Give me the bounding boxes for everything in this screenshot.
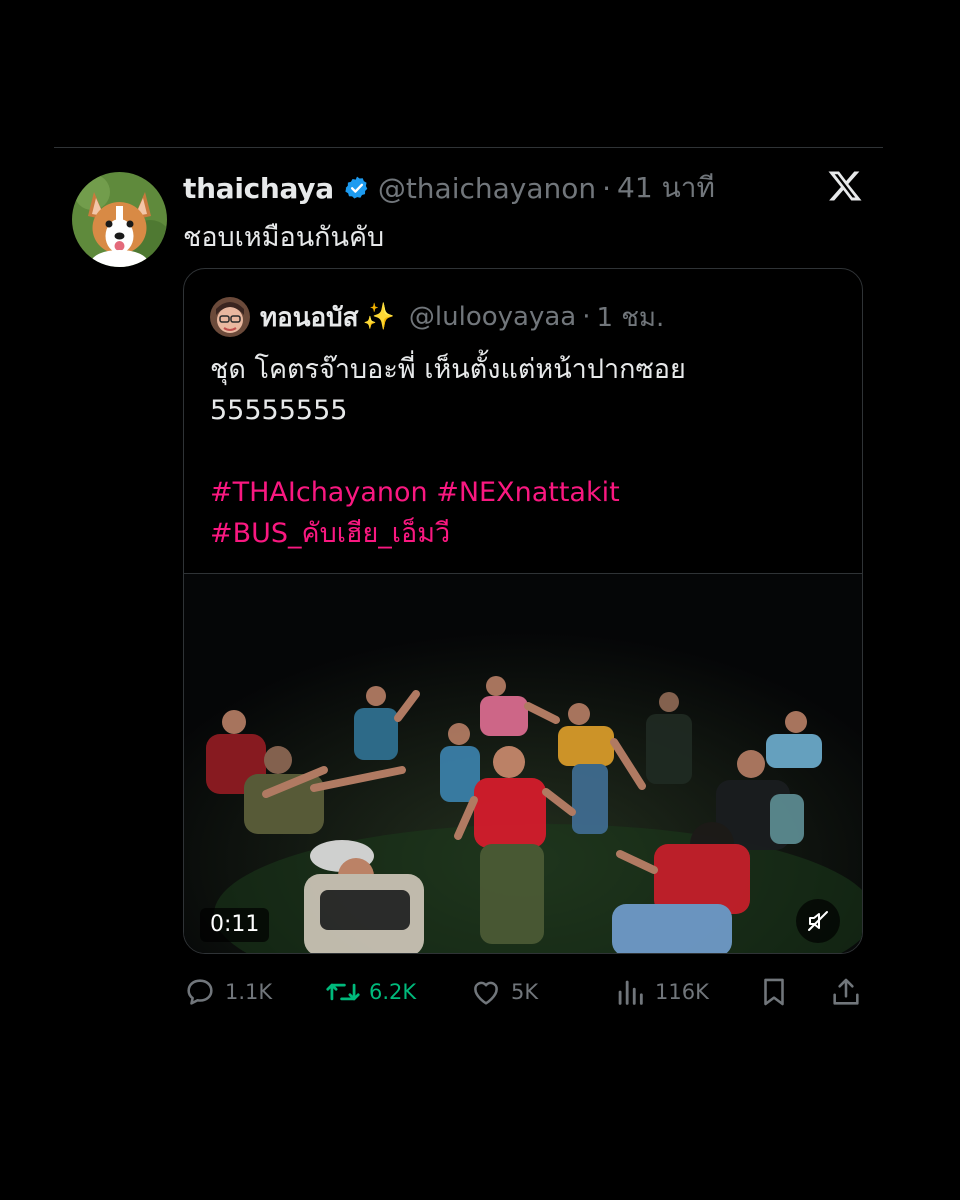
reply-button[interactable]: 1.1K xyxy=(183,972,272,1012)
hashtag-line[interactable]: #THAIchayanon #NEXnattakit xyxy=(210,472,840,513)
retweet-icon xyxy=(326,983,360,1001)
video-duration: 0:11 xyxy=(200,908,270,942)
quoted-tweet-timestamp[interactable]: 1 ชม. xyxy=(596,297,664,338)
hashtag-line[interactable]: #BUS_คับเฮีย_เอ็มวี xyxy=(210,513,840,554)
bookmark-icon xyxy=(764,978,784,1006)
heart-icon xyxy=(474,981,498,1005)
views-chart-icon xyxy=(618,980,643,1005)
tweet-actions-bar: 1.1K 6.2K 5K 116K xyxy=(183,972,863,1012)
sparkles-emoji: ✨ xyxy=(362,302,395,332)
tweet-header: thaichaya @thaichayanon · 41 นาที xyxy=(183,168,715,208)
author-handle[interactable]: @thaichayanon xyxy=(378,172,596,205)
corgi-avatar-icon xyxy=(72,172,167,267)
tweet-timestamp[interactable]: 41 นาที xyxy=(617,166,715,210)
like-count: 5K xyxy=(511,980,539,1004)
share-icon xyxy=(833,978,859,1005)
reply-count: 1.1K xyxy=(225,980,273,1004)
reply-icon xyxy=(187,979,213,1005)
quoted-author-handle[interactable]: @lulooyayaa xyxy=(409,302,576,332)
video-frame xyxy=(184,574,862,953)
quoted-tweet-card[interactable]: ทอนอบัส ✨ @lulooyayaa · 1 ชม. ชุด โคตรจ๊… xyxy=(183,268,863,954)
quoted-author-display-name[interactable]: ทอนอบัส xyxy=(260,297,359,338)
like-button[interactable]: 5K xyxy=(469,972,538,1012)
quoted-text-line: 55555555 xyxy=(210,395,348,426)
video-player[interactable]: 0:11 xyxy=(184,573,862,953)
header-separator: · xyxy=(602,171,612,205)
share-button[interactable] xyxy=(829,972,871,1012)
views-button[interactable]: 116K xyxy=(613,972,709,1012)
quoted-text-line: ชุด โคตรจ๊าบอะพี่ เห็นตั้งแต่หน้าปากซอย xyxy=(210,354,686,385)
top-divider xyxy=(54,147,883,148)
retweet-button[interactable]: 6.2K xyxy=(325,972,416,1012)
author-display-name[interactable]: thaichaya xyxy=(183,172,334,205)
tweet-text: ชอบเหมือนกันคับ xyxy=(183,222,385,253)
author-avatar[interactable] xyxy=(72,172,167,267)
quoted-tweet-text: ชุด โคตรจ๊าบอะพี่ เห็นตั้งแต่หน้าปากซอย … xyxy=(210,349,840,554)
x-logo-icon xyxy=(827,168,863,204)
person-avatar-icon xyxy=(210,297,250,337)
mute-toggle-button[interactable] xyxy=(796,899,840,943)
verified-badge-icon xyxy=(344,175,370,201)
quoted-tweet-header: ทอนอบัส ✨ @lulooyayaa · 1 ชม. xyxy=(210,297,664,337)
retweet-count: 6.2K xyxy=(369,980,417,1004)
speaker-muted-icon xyxy=(808,911,828,931)
quoted-header-separator: · xyxy=(582,302,591,332)
bookmark-button[interactable] xyxy=(757,972,799,1012)
views-count: 116K xyxy=(655,980,709,1004)
quoted-author-avatar[interactable] xyxy=(210,297,250,337)
